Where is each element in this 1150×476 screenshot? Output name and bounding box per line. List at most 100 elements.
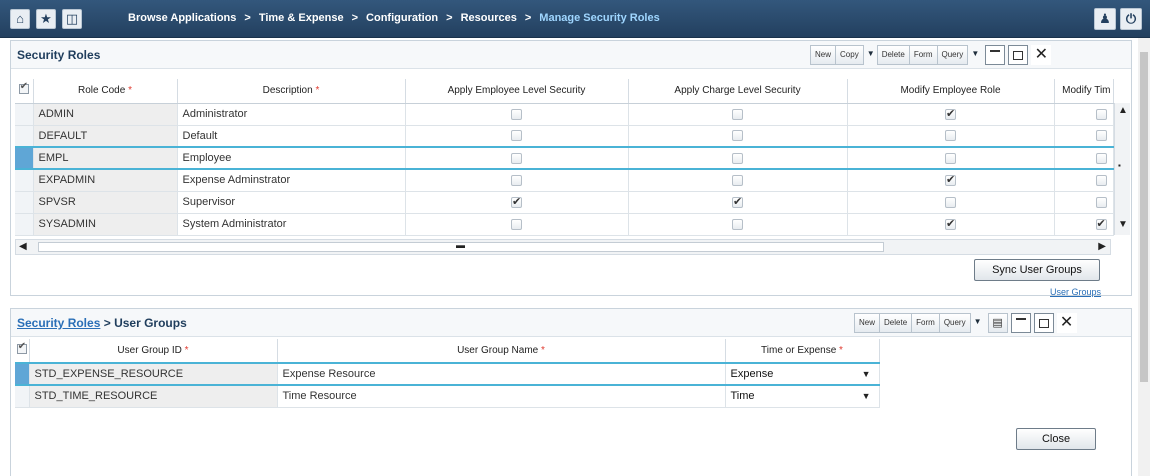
time-or-expense-select[interactable]: Time ▼ <box>725 385 880 408</box>
apply-employee-security-checkbox[interactable] <box>511 218 522 230</box>
select-all-checkbox[interactable] <box>15 339 30 364</box>
close-button[interactable]: Close <box>1016 428 1096 450</box>
apply-charge-security-checkbox[interactable] <box>732 218 743 230</box>
apply-employee-security-checkbox[interactable] <box>511 174 522 186</box>
modify-time-checkbox[interactable] <box>1095 217 1107 230</box>
breadcrumb-configuration[interactable]: Configuration <box>366 12 438 24</box>
chevron-down-icon[interactable]: ▼ <box>862 391 871 401</box>
form-button[interactable]: Form <box>908 45 938 65</box>
role-code-cell[interactable]: SPVSR <box>33 191 178 214</box>
user-group-id-cell[interactable]: STD_EXPENSE_RESOURCE <box>29 362 278 386</box>
form-button[interactable]: Form <box>911 313 940 333</box>
modify-employee-role-checkbox[interactable] <box>945 173 956 186</box>
scroll-left-icon[interactable]: ◀ <box>19 241 27 252</box>
description-cell[interactable]: Employee <box>177 146 406 170</box>
maximize-icon[interactable] <box>1033 313 1054 333</box>
apply-charge-security-checkbox[interactable] <box>732 130 743 142</box>
modify-time-checkbox[interactable] <box>1095 196 1107 208</box>
column-header-time-or-expense[interactable]: Time or Expense * <box>725 339 880 364</box>
role-code-cell[interactable]: SYSADMIN <box>33 213 178 236</box>
scroll-right-icon[interactable]: ▶ <box>1098 241 1106 252</box>
user-group-id-cell[interactable]: STD_TIME_RESOURCE <box>29 385 278 408</box>
apply-employee-security-checkbox[interactable] <box>511 108 522 120</box>
column-header-role-code[interactable]: Role Code * <box>33 79 178 104</box>
apply-employee-security-checkbox[interactable] <box>511 130 522 142</box>
table-row[interactable]: SYSADMIN System Administrator <box>15 213 1114 236</box>
query-button[interactable]: Query <box>938 313 971 333</box>
table-row[interactable]: SPVSR Supervisor <box>15 191 1114 214</box>
column-header-apply-employee-security[interactable]: Apply Employee Level Security <box>405 79 629 104</box>
description-cell[interactable]: Supervisor <box>177 191 406 214</box>
scroll-up-icon[interactable]: ▲ <box>1118 105 1128 116</box>
description-cell[interactable]: System Administrator <box>177 213 406 236</box>
column-header-modify-employee-role[interactable]: Modify Employee Role <box>847 79 1055 104</box>
column-header-modify-time[interactable]: Modify Tim <box>1054 79 1114 104</box>
minimize-icon[interactable] <box>985 45 1006 65</box>
column-header-apply-charge-security[interactable]: Apply Charge Level Security <box>628 79 848 104</box>
breadcrumb-time-expense[interactable]: Time & Expense <box>259 12 344 24</box>
role-code-cell[interactable]: EXPADMIN <box>33 169 178 192</box>
user-group-name-cell[interactable]: Time Resource <box>277 385 726 408</box>
apply-employee-security-checkbox[interactable] <box>511 195 522 208</box>
page-scroll-thumb[interactable] <box>1140 52 1148 382</box>
star-icon[interactable]: ★ <box>36 9 56 29</box>
description-cell[interactable]: Default <box>177 125 406 148</box>
scroll-down-icon[interactable]: ▼ <box>1118 219 1128 230</box>
user-groups-link[interactable]: User Groups <box>1050 287 1101 297</box>
modify-time-checkbox[interactable] <box>1095 152 1107 164</box>
power-icon[interactable]: ⏻ <box>1120 8 1142 30</box>
modify-time-checkbox[interactable] <box>1095 174 1107 186</box>
security-roles-link[interactable]: Security Roles <box>17 316 100 330</box>
table-row[interactable]: EXPADMIN Expense Adminstrator <box>15 169 1114 192</box>
column-header-user-group-name[interactable]: User Group Name * <box>277 339 726 364</box>
time-or-expense-select[interactable]: Expense ▼ <box>725 362 880 386</box>
breadcrumb-browse-applications[interactable]: Browse Applications <box>128 12 236 24</box>
row-selector[interactable] <box>15 125 34 148</box>
copy-button[interactable]: Copy <box>835 45 864 65</box>
table-row[interactable]: STD_EXPENSE_RESOURCE Expense Resource Expe… <box>15 362 880 386</box>
apply-charge-security-checkbox[interactable] <box>732 152 743 164</box>
modify-employee-role-checkbox[interactable] <box>945 152 956 164</box>
row-selector[interactable] <box>15 213 34 236</box>
apply-employee-security-checkbox[interactable] <box>511 152 522 164</box>
modify-time-checkbox[interactable] <box>1095 108 1107 120</box>
chevron-down-icon[interactable]: ▼ <box>862 369 871 379</box>
row-selector[interactable] <box>15 103 34 126</box>
column-header-description[interactable]: Description * <box>177 79 406 104</box>
breadcrumb-resources[interactable]: Resources <box>461 12 517 24</box>
page-scrollbar[interactable] <box>1138 38 1150 476</box>
home-icon[interactable]: ⌂ <box>10 9 30 29</box>
row-selector[interactable] <box>15 146 34 170</box>
query-dropdown-icon[interactable]: ▼ <box>971 313 985 333</box>
modify-employee-role-checkbox[interactable] <box>945 107 956 120</box>
modify-employee-role-checkbox[interactable] <box>945 196 956 208</box>
table-view-icon[interactable]: ▤ <box>987 313 1008 333</box>
role-code-cell[interactable]: ADMIN <box>33 103 178 126</box>
row-selector[interactable] <box>15 362 30 386</box>
row-selector[interactable] <box>15 169 34 192</box>
sync-user-groups-button[interactable]: Sync User Groups <box>974 259 1100 281</box>
user-icon[interactable]: ♟ <box>1094 8 1116 30</box>
table-row[interactable]: DEFAULT Default <box>15 125 1114 148</box>
maximize-icon[interactable] <box>1008 45 1029 65</box>
description-cell[interactable]: Expense Adminstrator <box>177 169 406 192</box>
apply-charge-security-checkbox[interactable] <box>732 195 743 208</box>
table-row[interactable]: ADMIN Administrator <box>15 103 1114 126</box>
new-button[interactable]: New <box>810 45 837 65</box>
minimize-icon[interactable] <box>1010 313 1031 333</box>
scroll-thumb[interactable]: ▪ <box>1118 161 1121 170</box>
role-code-cell[interactable]: EMPL <box>33 146 178 170</box>
close-icon[interactable]: ✕ <box>1031 45 1052 65</box>
delete-button[interactable]: Delete <box>879 313 913 333</box>
delete-button[interactable]: Delete <box>876 45 910 65</box>
close-icon[interactable]: ✕ <box>1056 313 1077 333</box>
apply-charge-security-checkbox[interactable] <box>732 174 743 186</box>
table-row[interactable]: EMPL Employee <box>15 146 1114 170</box>
user-group-name-cell[interactable]: Expense Resource <box>277 362 726 386</box>
row-selector[interactable] <box>15 385 30 408</box>
column-header-user-group-id[interactable]: User Group ID * <box>29 339 278 364</box>
modify-time-checkbox[interactable] <box>1095 130 1107 142</box>
modify-employee-role-checkbox[interactable] <box>945 130 956 142</box>
role-code-cell[interactable]: DEFAULT <box>33 125 178 148</box>
copy-dropdown-icon[interactable]: ▼ <box>864 45 878 65</box>
